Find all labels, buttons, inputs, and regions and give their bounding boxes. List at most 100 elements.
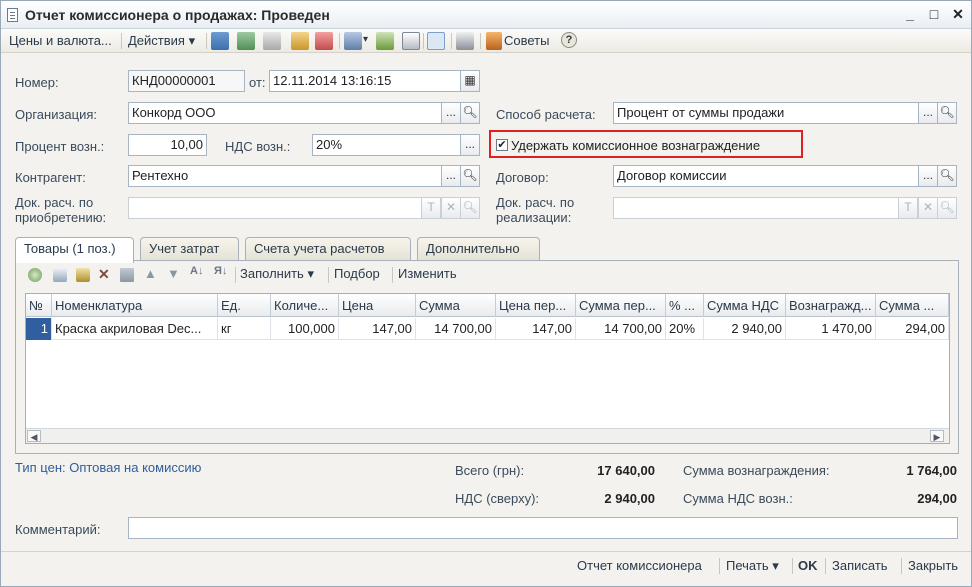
add-row-icon[interactable] [28, 268, 42, 282]
contract-select-button[interactable]: ... [918, 165, 938, 187]
column-header[interactable]: Количе... [271, 294, 339, 317]
column-header[interactable]: % ... [666, 294, 704, 317]
prices-currency-button[interactable]: Цены и валюта... [9, 33, 112, 48]
edit-row-icon[interactable] [76, 268, 90, 282]
print-menu[interactable]: Печать ▾ [726, 558, 779, 574]
number-field[interactable]: КНД00000001 [128, 70, 245, 92]
save-button[interactable]: Записать [832, 558, 888, 573]
search-icon[interactable]: 🔍︎ [937, 197, 957, 219]
table-cell[interactable]: Краска акриловая Dec... [52, 318, 218, 340]
column-header[interactable]: Вознагражд... [786, 294, 876, 317]
unpost-icon[interactable] [263, 32, 281, 50]
vat-reward-field[interactable]: 20% [312, 134, 461, 156]
chevron-down-icon: ▾ [188, 33, 196, 48]
table-cell[interactable]: 147,00 [496, 318, 576, 340]
post-icon[interactable] [237, 32, 255, 50]
column-header[interactable]: Сумма НДС [704, 294, 786, 317]
end-edit-icon[interactable] [120, 268, 134, 282]
sort-desc-icon[interactable]: Я↓ [214, 265, 228, 279]
actions-menu[interactable]: Действия ▾ [128, 33, 195, 49]
type-icon[interactable]: T [898, 197, 918, 219]
tab-cost-accounting[interactable]: Учет затрат [140, 237, 239, 261]
move-up-icon[interactable]: ▲ [144, 266, 158, 281]
table-cell[interactable]: 147,00 [339, 318, 416, 340]
table-cell[interactable]: 1 470,00 [786, 318, 876, 340]
change-button[interactable]: Изменить [398, 266, 457, 281]
toolbar-separator [206, 33, 207, 49]
sort-asc-icon[interactable]: A↓ [190, 265, 204, 279]
table-cell[interactable]: 14 700,00 [576, 318, 666, 340]
move-down-icon[interactable]: ▼ [167, 266, 181, 281]
type-icon[interactable]: T [421, 197, 441, 219]
column-header[interactable]: Сумма ... [876, 294, 949, 317]
column-header[interactable]: Сумма пер... [576, 294, 666, 317]
close-button[interactable]: Закрыть [908, 558, 958, 573]
column-header[interactable]: Ед. [218, 294, 271, 317]
vat-reward-select-button[interactable]: ... [460, 134, 480, 156]
scroll-right-icon[interactable]: ▶ [930, 430, 944, 442]
movements-icon[interactable] [376, 32, 394, 50]
organization-field[interactable]: Конкорд ООО [128, 102, 442, 124]
comment-field[interactable] [128, 517, 958, 539]
tips-button[interactable]: Советы [504, 33, 549, 48]
table-cell[interactable]: кг [218, 318, 271, 340]
copy-row-icon[interactable] [53, 268, 67, 282]
column-header[interactable]: Цена пер... [496, 294, 576, 317]
search-icon[interactable]: 🔍︎ [460, 165, 480, 187]
table-cell[interactable]: 100,000 [271, 318, 339, 340]
table-row[interactable]: 1 Краска акриловая Dec... кг 100,000 147… [26, 318, 949, 340]
list-icon[interactable] [456, 32, 474, 50]
clear-icon[interactable]: ✕ [441, 197, 461, 219]
calc-method-select-button[interactable]: ... [918, 102, 938, 124]
goods-table[interactable]: № Номенклатура Ед. Количе... Цена Сумма … [25, 293, 950, 444]
select-button[interactable]: Подбор [334, 266, 380, 281]
withhold-label[interactable]: Удержать комиссионное вознаграждение [511, 138, 760, 153]
search-icon[interactable]: 🔍︎ [460, 102, 480, 124]
table-cell[interactable]: 20% [666, 318, 704, 340]
tab-additional[interactable]: Дополнительно [417, 237, 540, 261]
copy-document-icon[interactable] [291, 32, 309, 50]
price-type-link[interactable]: Тип цен: Оптовая на комиссию [15, 460, 201, 475]
delete-row-icon[interactable]: ✕ [98, 266, 112, 282]
table-cell[interactable]: 294,00 [876, 318, 949, 340]
contract-field[interactable]: Договор комиссии [613, 165, 919, 187]
horizontal-scrollbar[interactable]: ◀ ▶ [26, 428, 949, 443]
delete-mark-icon[interactable] [315, 32, 333, 50]
clear-icon[interactable]: ✕ [918, 197, 938, 219]
doc-sale-field[interactable] [613, 197, 899, 219]
ok-button[interactable]: OK [798, 558, 818, 573]
counterparty-select-button[interactable]: ... [441, 165, 461, 187]
based-on-icon[interactable] [344, 32, 362, 50]
search-icon[interactable]: 🔍︎ [937, 102, 957, 124]
organization-select-button[interactable]: ... [441, 102, 461, 124]
structure-icon[interactable] [402, 32, 420, 50]
close-window-button[interactable]: ✕ [949, 5, 967, 23]
fill-menu[interactable]: Заполнить ▾ [240, 266, 314, 282]
maximize-button[interactable]: □ [925, 5, 943, 23]
tab-goods[interactable]: Товары (1 поз.) [15, 237, 134, 263]
scroll-left-icon[interactable]: ◀ [27, 430, 41, 442]
withhold-checkbox[interactable]: ✔ [496, 139, 508, 151]
help-icon[interactable]: ? [561, 32, 577, 48]
percent-field[interactable]: 10,00 [128, 134, 207, 156]
table-cell[interactable]: 14 700,00 [416, 318, 496, 340]
minimize-button[interactable]: _ [901, 5, 919, 23]
post-and-close-icon[interactable] [211, 32, 229, 50]
calc-method-field[interactable]: Процент от суммы продажи [613, 102, 919, 124]
column-header[interactable]: Сумма [416, 294, 496, 317]
search-icon[interactable]: 🔍︎ [460, 197, 480, 219]
date-field[interactable]: 12.11.2014 13:16:15 [269, 70, 461, 92]
agent-report-button[interactable]: Отчет комиссионера [577, 558, 702, 573]
counterparty-field[interactable]: Рентехно [128, 165, 442, 187]
search-icon[interactable]: 🔍︎ [937, 165, 957, 187]
calendar-icon[interactable]: ▦ [460, 70, 480, 92]
row-number-cell[interactable]: 1 [26, 318, 52, 340]
table-cell[interactable]: 2 940,00 [704, 318, 786, 340]
chevron-down-icon[interactable]: ▾ [363, 34, 368, 45]
filter-icon[interactable] [427, 32, 445, 50]
tab-settlement-accounts[interactable]: Счета учета расчетов [245, 237, 411, 261]
column-header[interactable]: Цена [339, 294, 416, 317]
column-header[interactable]: Номенклатура [52, 294, 218, 317]
doc-purchase-field[interactable] [128, 197, 422, 219]
column-header[interactable]: № [26, 294, 52, 317]
